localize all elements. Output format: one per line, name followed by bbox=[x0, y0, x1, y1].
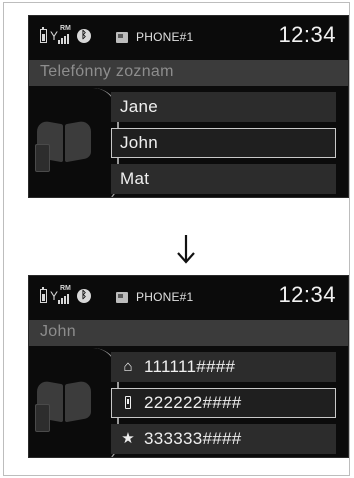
status-bar: Y RM ᛒ PHONE#1 12:34 bbox=[29, 16, 348, 60]
number-row-home[interactable]: ⌂ 111111#### bbox=[111, 352, 336, 382]
bluetooth-icon: ᛒ bbox=[77, 289, 91, 303]
phone-indicator: PHONE#1 bbox=[116, 290, 193, 304]
contact-row-jane[interactable]: Jane bbox=[111, 92, 336, 122]
signal-strength-icon: Y RM bbox=[50, 25, 74, 44]
phonebook-screen: Y RM ᛒ PHONE#1 12:34 Telefónny zoznam Ja… bbox=[28, 15, 349, 198]
battery-icon bbox=[40, 27, 47, 43]
contact-list: Jane John Mat bbox=[111, 92, 336, 197]
contact-row-mat[interactable]: Mat bbox=[111, 164, 336, 194]
clock: 12:34 bbox=[278, 22, 336, 47]
screen-title: Telefónny zoznam bbox=[40, 63, 174, 80]
number-row-mobile[interactable]: 222222#### bbox=[111, 388, 336, 418]
roaming-indicator: RM bbox=[60, 25, 71, 32]
screen-title-bar: John bbox=[29, 320, 348, 346]
contact-name: Jane bbox=[120, 97, 159, 116]
screen-title-bar: Telefónny zoznam bbox=[29, 60, 348, 86]
contact-name: Mat bbox=[120, 169, 150, 188]
phonebook-icon bbox=[35, 116, 93, 176]
phone-label: PHONE#1 bbox=[136, 30, 194, 44]
antenna-icon: Y bbox=[50, 29, 59, 43]
status-icons: Y RM ᛒ bbox=[40, 285, 91, 304]
status-icons: Y RM ᛒ bbox=[40, 25, 91, 44]
screen-title: John bbox=[40, 323, 76, 340]
roaming-indicator: RM bbox=[60, 285, 71, 292]
figure-frame: Y RM ᛒ PHONE#1 12:34 Telefónny zoznam Ja… bbox=[3, 2, 350, 476]
phonebook-icon bbox=[35, 376, 93, 436]
number-row-favorite[interactable]: ★ 333333#### bbox=[111, 424, 336, 454]
antenna-icon: Y bbox=[50, 289, 59, 303]
phone-indicator: PHONE#1 bbox=[116, 30, 193, 44]
contact-detail-screen: Y RM ᛒ PHONE#1 12:34 John ⌂ 111111#### 2… bbox=[28, 275, 349, 458]
number-list: ⌂ 111111#### 222222#### ★ 333333#### bbox=[111, 352, 336, 457]
phone-icon bbox=[116, 291, 128, 303]
phone-icon bbox=[116, 31, 128, 43]
phone-label: PHONE#1 bbox=[136, 290, 194, 304]
star-icon: ★ bbox=[121, 430, 135, 447]
mobile-phone-icon bbox=[120, 394, 136, 412]
contact-row-john[interactable]: John bbox=[111, 128, 336, 158]
phone-number: 222222#### bbox=[144, 393, 242, 412]
home-icon: ⌂ bbox=[123, 358, 133, 375]
status-bar: Y RM ᛒ PHONE#1 12:34 bbox=[29, 276, 348, 320]
clock: 12:34 bbox=[278, 282, 336, 307]
contact-name: John bbox=[120, 133, 159, 152]
phone-number: 333333#### bbox=[144, 429, 242, 448]
down-arrow-icon bbox=[174, 233, 198, 265]
bluetooth-icon: ᛒ bbox=[77, 29, 91, 43]
battery-icon bbox=[40, 287, 47, 303]
phone-number: 111111#### bbox=[144, 357, 236, 376]
signal-strength-icon: Y RM bbox=[50, 285, 74, 304]
